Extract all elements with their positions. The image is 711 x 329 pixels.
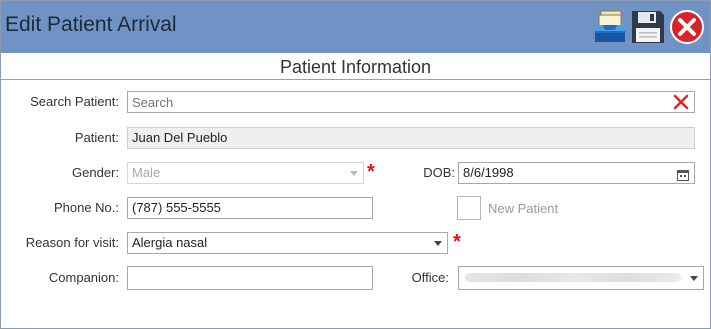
office-value (465, 273, 681, 282)
new-patient-checkbox[interactable] (457, 196, 481, 220)
chevron-down-icon (434, 241, 442, 246)
new-patient-label: New Patient (488, 201, 559, 216)
reason-label: Reason for visit: (25, 235, 119, 250)
calendar-icon[interactable] (677, 167, 689, 181)
floppy-disk-icon[interactable] (630, 9, 666, 45)
reason-select[interactable]: Alergia nasal (127, 232, 448, 254)
clear-search-icon[interactable] (672, 93, 690, 111)
dialog-title: Edit Patient Arrival (5, 13, 177, 36)
phone-input[interactable]: (787) 555-5555 (127, 197, 373, 219)
search-patient-label: Search Patient: (30, 94, 119, 109)
required-marker: * (367, 161, 375, 183)
companion-label: Companion: (48, 270, 119, 285)
required-marker: * (453, 231, 461, 253)
gender-select[interactable]: Male (127, 162, 364, 184)
title-bar: Edit Patient Arrival (1, 1, 710, 53)
dob-label: DOB: (423, 165, 455, 180)
chevron-down-icon (350, 171, 358, 176)
dob-value: 8/6/1998 (463, 165, 514, 180)
section-title: Patient Information (1, 53, 710, 80)
dob-datepicker[interactable]: 8/6/1998 (458, 162, 695, 184)
patient-name-field: Juan Del Pueblo (127, 127, 695, 149)
search-input[interactable] (128, 92, 662, 112)
gender-value: Male (132, 165, 161, 180)
companion-input[interactable] (127, 266, 373, 290)
gender-label: Gender: (72, 165, 119, 180)
office-label: Office: (411, 270, 449, 285)
archive-tray-icon[interactable] (592, 9, 628, 45)
patient-label: Patient: (74, 130, 119, 145)
office-select[interactable] (458, 266, 704, 290)
close-circle-icon[interactable] (669, 9, 705, 45)
edit-patient-arrival-dialog: Edit Patient Arrival Patient Information… (0, 0, 711, 329)
phone-label: Phone No.: (53, 200, 119, 215)
search-field[interactable] (127, 91, 695, 113)
chevron-down-icon (690, 276, 698, 281)
reason-value: Alergia nasal (132, 235, 208, 250)
